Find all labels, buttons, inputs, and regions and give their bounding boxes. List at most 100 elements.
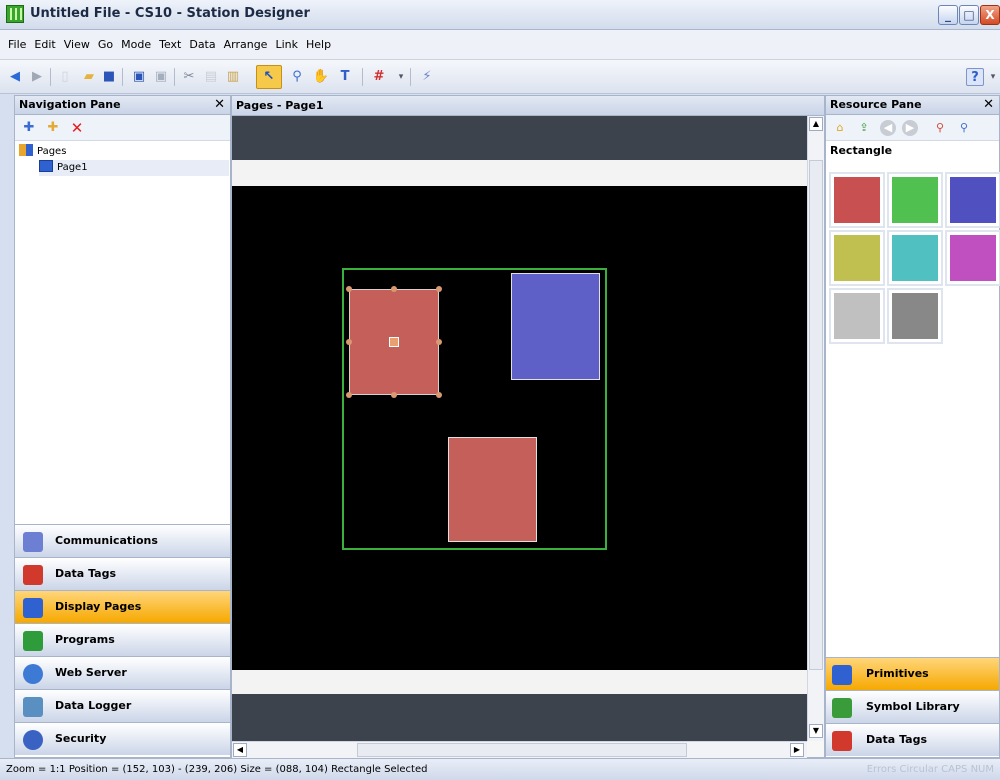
resource-primitives[interactable]: Primitives bbox=[826, 657, 999, 690]
swatch-green[interactable] bbox=[887, 172, 943, 228]
scroll-right-icon[interactable]: ▶ bbox=[790, 743, 804, 757]
menu-data[interactable]: Data bbox=[185, 36, 219, 54]
horizontal-scroll-thumb[interactable] bbox=[357, 743, 687, 757]
rect-blue[interactable] bbox=[511, 273, 600, 380]
navigation-pane-title: Navigation Pane bbox=[19, 98, 121, 111]
rect-red-bottom[interactable] bbox=[448, 437, 537, 542]
select-pointer-icon[interactable]: ↖ bbox=[256, 65, 282, 89]
menu-go[interactable]: Go bbox=[94, 36, 117, 54]
swatch-fill bbox=[892, 177, 938, 223]
vertical-scroll-thumb[interactable] bbox=[809, 160, 823, 670]
nav-programs[interactable]: Programs bbox=[15, 623, 230, 656]
canvas-area[interactable] bbox=[232, 116, 807, 741]
resize-handle[interactable] bbox=[346, 286, 352, 292]
nav-web-server[interactable]: Web Server bbox=[15, 656, 230, 689]
nav-label: Communications bbox=[55, 534, 158, 547]
swatch-cyan[interactable] bbox=[887, 230, 943, 286]
swatch-fill bbox=[834, 177, 880, 223]
add-folder-icon[interactable]: ✚ bbox=[45, 120, 61, 136]
forward-icon[interactable]: ▶ bbox=[28, 68, 46, 86]
text-tool-icon[interactable]: T bbox=[336, 68, 354, 86]
up-folder-icon[interactable]: ⌂ bbox=[832, 120, 848, 136]
resize-handle[interactable] bbox=[391, 286, 397, 292]
menu-edit[interactable]: Edit bbox=[30, 36, 59, 54]
resize-handle[interactable] bbox=[436, 392, 442, 398]
resource-pane: Resource Pane ✕ ⌂ ⇪ ◀ ▶ ⚲ ⚲ Rectangle Pr… bbox=[825, 95, 1000, 758]
resize-handle[interactable] bbox=[391, 392, 397, 398]
upload-icon[interactable]: ▣ bbox=[152, 68, 170, 86]
swatch-magenta[interactable] bbox=[945, 230, 1000, 286]
open-folder-icon[interactable]: ▰ bbox=[80, 68, 98, 86]
swatch-blue[interactable] bbox=[945, 172, 1000, 228]
add-page-icon[interactable]: ✚ bbox=[21, 120, 37, 136]
menu-mode[interactable]: Mode bbox=[117, 36, 155, 54]
menu-link[interactable]: Link bbox=[271, 36, 302, 54]
close-icon[interactable]: ✕ bbox=[983, 96, 994, 114]
paste-icon[interactable]: ▥ bbox=[224, 68, 242, 86]
resource-symbol-library[interactable]: Symbol Library bbox=[826, 690, 999, 723]
resize-handle[interactable] bbox=[346, 392, 352, 398]
communications-icon bbox=[23, 532, 43, 552]
menu-arrange[interactable]: Arrange bbox=[220, 36, 272, 54]
vertical-scrollbar[interactable]: ▲ ▼ bbox=[807, 116, 824, 741]
center-handle[interactable] bbox=[389, 337, 399, 347]
new-file-icon[interactable]: ▯ bbox=[56, 68, 74, 86]
swatch-fill bbox=[950, 177, 996, 223]
zoom-icon[interactable]: ⚲ bbox=[288, 68, 306, 86]
nav-display-pages[interactable]: Display Pages bbox=[15, 590, 230, 623]
swatch-dark-gray[interactable] bbox=[887, 288, 943, 344]
scroll-up-icon[interactable]: ▲ bbox=[809, 117, 823, 131]
scroll-down-icon[interactable]: ▼ bbox=[809, 724, 823, 738]
save-icon[interactable]: ■ bbox=[100, 68, 118, 86]
swatch-light-gray[interactable] bbox=[829, 288, 885, 344]
toolbar-separator bbox=[362, 68, 363, 86]
data-tags-icon bbox=[23, 565, 43, 585]
nav-splitter[interactable] bbox=[15, 508, 230, 516]
zoom-out-icon[interactable]: ⚲ bbox=[956, 120, 972, 136]
copy-icon[interactable]: ▤ bbox=[202, 68, 220, 86]
import-icon[interactable]: ⇪ bbox=[856, 120, 872, 136]
resource-label: Symbol Library bbox=[866, 700, 960, 713]
menu-bar: File Edit View Go Mode Text Data Arrange Link Hel… bbox=[0, 30, 1000, 60]
menu-text[interactable]: Text bbox=[155, 36, 185, 54]
scroll-left-icon[interactable]: ◀ bbox=[233, 743, 247, 757]
zoom-in-icon[interactable]: ⚲ bbox=[932, 120, 948, 136]
title-bar: Untitled File - CS10 - Station Designer … bbox=[0, 0, 1000, 30]
swatch-yellow[interactable] bbox=[829, 230, 885, 286]
resource-data-tags[interactable]: Data Tags bbox=[826, 723, 999, 756]
minimize-button[interactable]: _ bbox=[938, 5, 958, 25]
swatch-red[interactable] bbox=[829, 172, 885, 228]
link-tool-icon[interactable]: ⚡ bbox=[418, 68, 436, 86]
hand-pan-icon[interactable]: ✋ bbox=[312, 68, 330, 86]
nav-data-tags[interactable]: Data Tags bbox=[15, 557, 230, 590]
download-icon[interactable]: ▣ bbox=[130, 68, 148, 86]
menu-file[interactable]: File bbox=[4, 36, 30, 54]
nav-data-logger[interactable]: Data Logger bbox=[15, 689, 230, 722]
delete-icon[interactable]: ✕ bbox=[69, 120, 85, 136]
horizontal-scrollbar[interactable]: ◀ ▶ bbox=[232, 741, 807, 758]
nav-communications[interactable]: Communications bbox=[15, 524, 230, 557]
help-icon[interactable]: ? bbox=[966, 68, 984, 86]
back-icon[interactable]: ◀ bbox=[880, 120, 896, 136]
menu-view[interactable]: View bbox=[60, 36, 94, 54]
forward-icon[interactable]: ▶ bbox=[902, 120, 918, 136]
nav-security[interactable]: Security bbox=[15, 722, 230, 755]
toolbar-separator bbox=[50, 68, 51, 86]
data-tags-icon bbox=[832, 731, 852, 751]
grid-icon[interactable]: # bbox=[370, 68, 388, 86]
resize-handle[interactable] bbox=[436, 339, 442, 345]
tree-item-page1[interactable]: Page1 bbox=[39, 160, 229, 176]
menu-help[interactable]: Help bbox=[302, 36, 335, 54]
cut-icon[interactable]: ✂ bbox=[180, 68, 198, 86]
close-button[interactable]: X bbox=[980, 5, 1000, 25]
resize-handle[interactable] bbox=[346, 339, 352, 345]
nav-label: Display Pages bbox=[55, 600, 142, 613]
grid-dropdown-arrow[interactable]: ▾ bbox=[392, 68, 410, 86]
maximize-button[interactable]: □ bbox=[959, 5, 979, 25]
help-dropdown-arrow[interactable]: ▾ bbox=[988, 68, 998, 86]
resize-handle[interactable] bbox=[436, 286, 442, 292]
back-icon[interactable]: ◀ bbox=[6, 68, 24, 86]
close-icon[interactable]: ✕ bbox=[214, 96, 225, 114]
tree-item-pages[interactable]: Pages bbox=[19, 144, 66, 160]
display-page[interactable] bbox=[232, 186, 807, 670]
